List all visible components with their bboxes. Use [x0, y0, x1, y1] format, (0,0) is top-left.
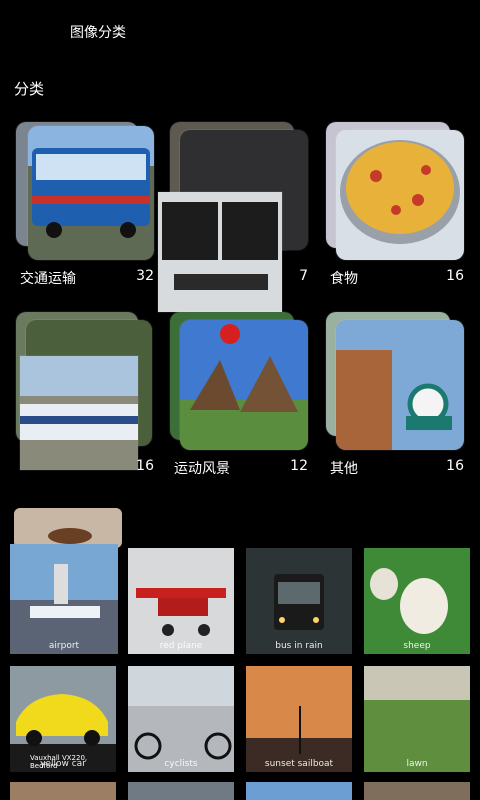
computer-image: [158, 192, 282, 312]
grid-image-partial[interactable]: [128, 782, 234, 800]
bus-image: [28, 126, 154, 260]
category-computers[interactable]: 7: [158, 122, 308, 312]
grid-image-partial[interactable]: [364, 782, 470, 800]
grid-image-lawn[interactable]: lawn: [364, 666, 470, 772]
image-alt: yellow car: [40, 759, 86, 769]
category-other[interactable]: 其他 16: [326, 312, 464, 477]
category-stack: [16, 122, 154, 260]
grid-image-partial[interactable]: [10, 782, 116, 800]
category-count: 12: [290, 458, 308, 474]
grid-image-cyclists[interactable]: cyclists: [128, 666, 234, 772]
dog-thumbnail[interactable]: [14, 508, 122, 548]
category-stack: [170, 312, 308, 450]
image-alt: lawn: [406, 759, 428, 769]
category-stack: [326, 312, 464, 450]
grid-image-sunset[interactable]: sunset sailboat: [246, 666, 352, 772]
app-title: 图像分类: [70, 25, 126, 41]
grid-image-bus[interactable]: bus in rain: [246, 548, 352, 654]
category-sports-scenery[interactable]: 运动风景 12: [170, 312, 308, 477]
category-trains[interactable]: 16: [16, 312, 154, 474]
category-stack: [326, 122, 464, 260]
grid-image-yellow-car[interactable]: Vauxhall VX220, Bedford yellow car: [10, 666, 116, 772]
landscape-image: [180, 320, 308, 450]
image-alt: bus in rain: [275, 641, 323, 651]
category-count: 7: [299, 268, 308, 284]
category-count: 16: [446, 268, 464, 284]
category-count: 16: [446, 458, 464, 474]
category-count: 32: [136, 268, 154, 284]
category-stack: [16, 312, 154, 470]
category-label: 食物: [330, 271, 358, 287]
grid-image-sheep[interactable]: sheep: [364, 548, 470, 654]
image-alt: sunset sailboat: [264, 759, 334, 769]
grid-image-partial[interactable]: [246, 782, 352, 800]
section-title: 分类: [14, 80, 45, 98]
category-label: 其他: [330, 461, 358, 477]
grid-image-red-plane[interactable]: red plane: [128, 548, 234, 654]
category-label: 运动风景: [174, 461, 230, 477]
grid-image-airport[interactable]: airport: [10, 544, 118, 654]
category-stack: [158, 122, 308, 312]
image-alt: sheep: [403, 641, 431, 651]
image-alt: cyclists: [164, 759, 198, 769]
image-alt: airport: [48, 641, 80, 651]
image-alt: red plane: [159, 641, 203, 651]
train-image: [20, 356, 138, 470]
category-transport[interactable]: 交通运输 32: [16, 122, 154, 287]
category-food[interactable]: 食物 16: [326, 122, 464, 287]
category-label: 交通运输: [20, 271, 76, 287]
category-count: 16: [136, 458, 154, 474]
sign-image: [336, 320, 464, 450]
pizza-image: [336, 130, 464, 260]
